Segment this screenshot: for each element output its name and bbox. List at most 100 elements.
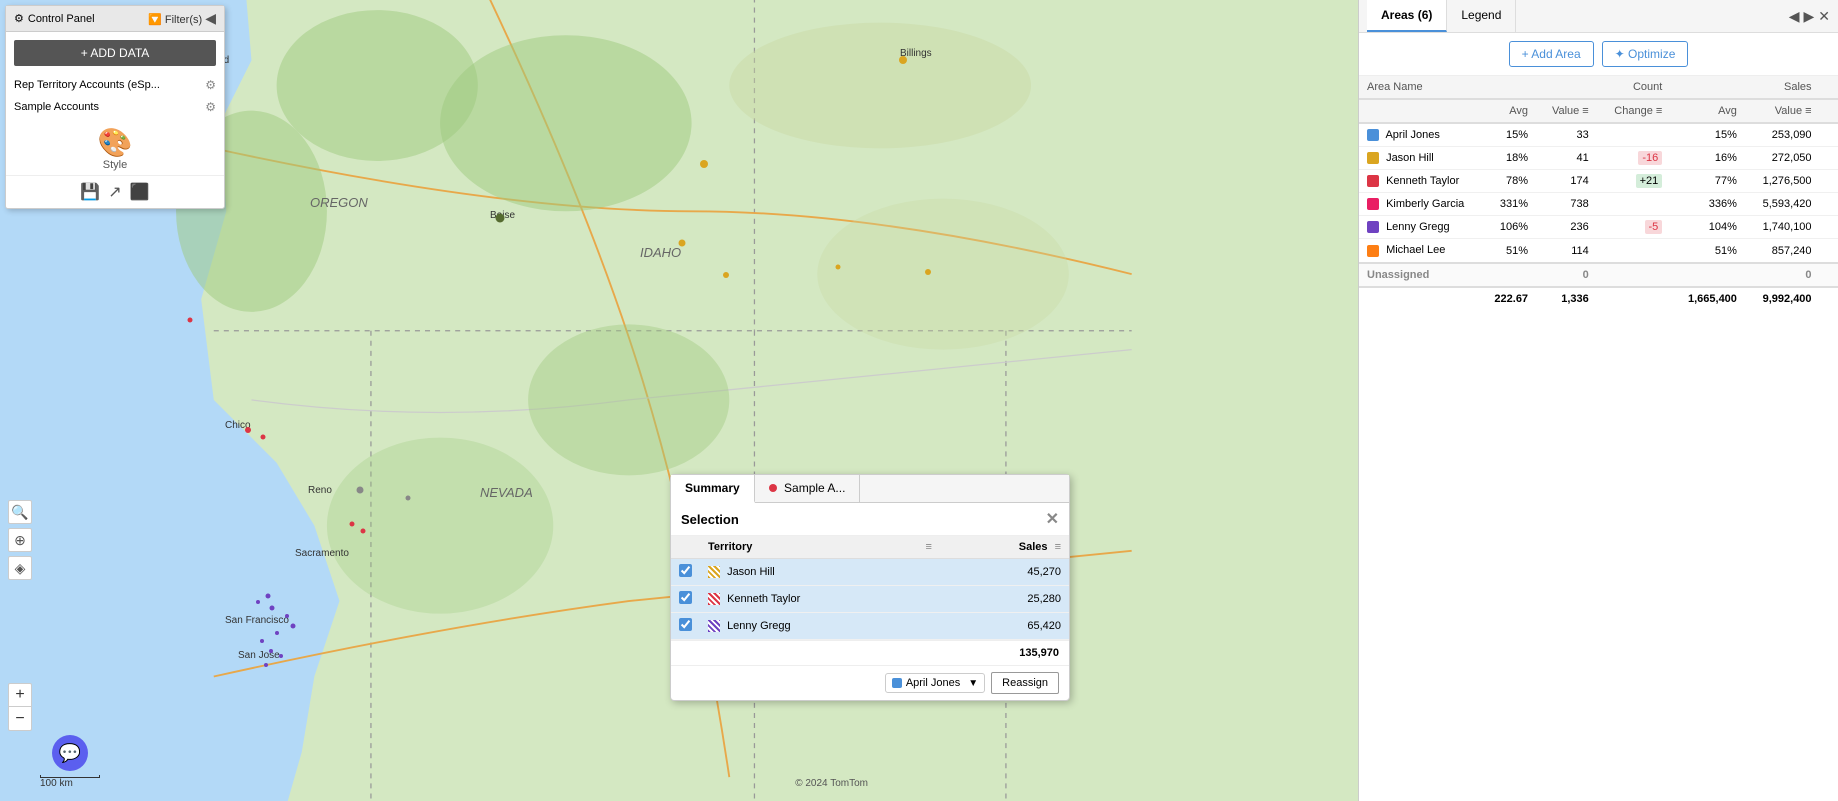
territory-sort-icon[interactable]: ≡ [926,541,932,553]
map-controls: 🔍 ⊕ ◈ [8,500,32,580]
map-copyright: © 2024 TomTom [795,778,868,789]
main-container: Portland Salem Eugene Boise Chico Reno S… [0,0,1838,801]
area-count-avg: 18% [1479,147,1536,170]
arrow-left-button[interactable]: ◀ [1789,8,1800,25]
tab-areas[interactable]: Areas (6) [1367,0,1447,32]
areas-col-extra [1820,76,1838,99]
area-color-indicator [1367,175,1379,187]
summary-tabs: Summary Sample A... [671,475,1069,503]
area-sales-avg: 15% [1670,123,1745,147]
areas-subhead-extra [1820,99,1838,123]
layer-gear-2[interactable]: ⚙ [205,100,216,114]
area-name-cell: Michael Lee [1359,239,1479,263]
close-button[interactable]: ✕ [1046,509,1059,529]
map-dot [291,624,296,629]
zoom-in-button[interactable]: + [8,683,32,707]
area-count-val: 41 [1536,147,1597,170]
area-sales-val: 253,090 [1745,123,1820,147]
unassigned-sales-val: 0 [1745,263,1820,287]
control-panel-title: Control Panel [28,13,95,25]
area-count-change: -5 [1597,216,1671,239]
tab-sample[interactable]: Sample A... [755,475,861,502]
area-sales-avg: 104% [1670,216,1745,239]
zoom-out-button[interactable]: − [8,707,32,731]
territory-select-dropdown[interactable]: April Jones ▼ [885,673,985,693]
location-button[interactable]: ⊕ [8,528,32,552]
totals-extra [1820,287,1838,310]
selection-row: Lenny Gregg 65,420 [671,613,1069,640]
areas-col-count-avg: Count [1479,76,1670,99]
area-sales-val: 857,240 [1745,239,1820,263]
area-count-val: 114 [1536,239,1597,263]
reassign-bar: April Jones ▼ Reassign [671,665,1069,700]
row-checkbox[interactable] [679,591,692,604]
city-sj: San Jose [238,650,280,661]
style-label: Style [103,159,127,171]
tab-sample-dot [769,484,777,492]
row-checkbox-cell [671,559,700,586]
map-dot [188,318,193,323]
chat-bubble[interactable]: 💬 [52,735,88,771]
territory-name: Jason Hill [727,566,775,578]
row-checkbox[interactable] [679,564,692,577]
area-count-val: 738 [1536,193,1597,216]
area-count-avg: 51% [1479,239,1536,263]
collapse-button[interactable]: ◀ [205,10,216,26]
share-icon[interactable]: ↗ [108,182,121,202]
city-sf: San Francisco [225,615,289,626]
area-sales-avg: 16% [1670,147,1745,170]
area-count-change [1597,123,1671,147]
export-icon[interactable]: ⬛ [130,182,150,202]
areas-subhead-count-avg: Avg [1479,99,1536,123]
sales-sort-icon[interactable]: ≡ [1055,541,1061,553]
area-extra [1820,216,1838,239]
tab-sample-label: Sample A... [784,481,845,495]
compass-button[interactable]: ◈ [8,556,32,580]
layer-gear-1[interactable]: ⚙ [205,78,216,92]
close-right-panel-button[interactable]: ✕ [1818,8,1830,25]
dropdown-chevron-icon: ▼ [968,678,978,689]
areas-col-name: Area Name [1359,76,1479,99]
area-color-indicator [1367,221,1379,233]
areas-subhead-sales-avg: Avg [1670,99,1745,123]
tab-summary-label: Summary [685,481,740,495]
area-count-val: 174 [1536,170,1597,193]
row-territory-cell: Kenneth Taylor [700,586,940,613]
unassigned-count-val: 0 [1536,263,1597,287]
area-sales-avg: 77% [1670,170,1745,193]
map-dot [679,240,686,247]
totals-label [1359,287,1479,310]
tab-summary[interactable]: Summary [671,475,755,503]
reassign-button[interactable]: Reassign [991,672,1059,694]
areas-table-container: Area Name Count Sales Avg Value ≡ Change… [1359,76,1838,801]
area-count-avg: 15% [1479,123,1536,147]
map-dot [925,269,931,275]
selection-table-container: Territory ≡ Sales ≡ Jason [671,536,1069,640]
col-territory-header: Territory ≡ [700,536,940,559]
area-color-indicator [1367,152,1379,164]
area-name-text: Jason Hill [1386,152,1434,164]
row-checkbox[interactable] [679,618,692,631]
areas-subhead-count-val: Value ≡ [1536,99,1597,123]
zoom-controls: + − [8,683,32,731]
add-area-button[interactable]: + Add Area [1509,41,1594,67]
row-sales-cell: 25,280 [940,586,1069,613]
territory-color-swatch [708,620,720,632]
filter-button[interactable]: 🔽 Filter(s) [148,14,205,26]
style-palette-icon[interactable]: 🎨 [98,126,133,159]
tab-legend[interactable]: Legend [1447,0,1516,32]
city-reno: Reno [308,485,332,496]
area-count-avg: 78% [1479,170,1536,193]
territory-color-swatch [708,593,720,605]
selection-row: Jason Hill 45,270 [671,559,1069,586]
save-icon[interactable]: 💾 [80,182,100,202]
area-color-indicator [1367,198,1379,210]
reassign-target-label: April Jones [906,677,960,689]
add-data-button[interactable]: + ADD DATA [14,40,216,66]
search-map-button[interactable]: 🔍 [8,500,32,524]
optimize-button[interactable]: ✦ Optimize [1602,41,1689,67]
arrow-right-button[interactable]: ▶ [1803,8,1814,25]
areas-table-row: Michael Lee 51% 114 51% 857,240 [1359,239,1838,263]
totals-count-val: 1,336 [1536,287,1597,310]
state-nevada: NEVADA [480,485,533,500]
